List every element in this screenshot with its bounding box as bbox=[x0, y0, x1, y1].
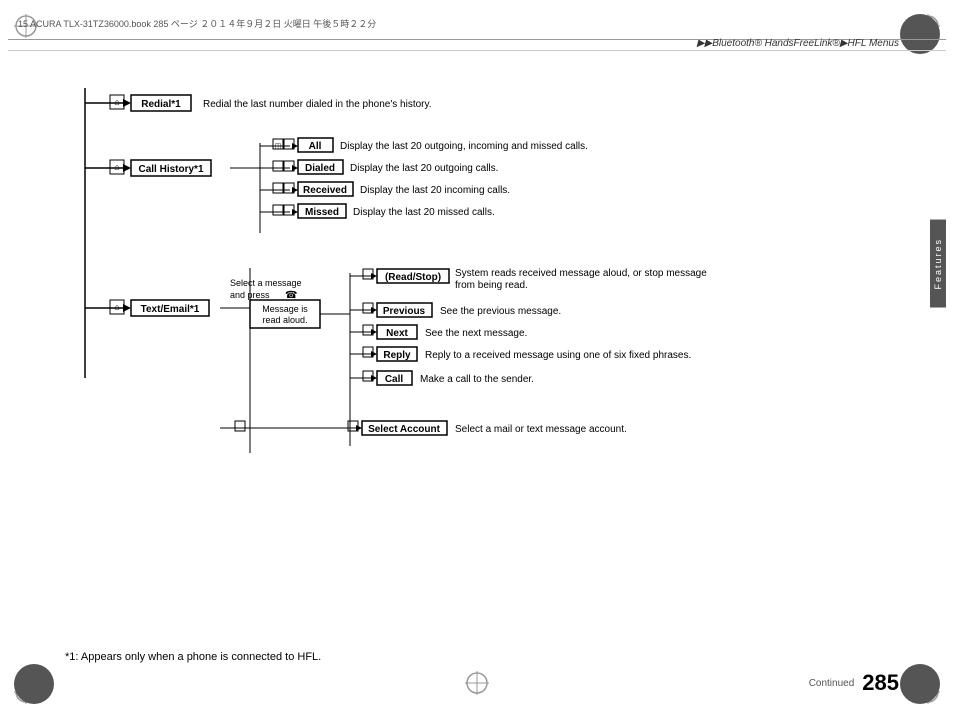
svg-text:Redial*1: Redial*1 bbox=[141, 99, 181, 110]
svg-text:Call: Call bbox=[385, 374, 404, 385]
svg-text:Redial the last number dialed: Redial the last number dialed in the pho… bbox=[203, 99, 432, 110]
svg-text:All: All bbox=[309, 141, 322, 152]
header-divider bbox=[8, 50, 946, 51]
svg-text:Display the last 20 outgoing,: Display the last 20 outgoing, incoming a… bbox=[340, 141, 588, 152]
breadcrumb-text: ▶▶Bluetooth® HandsFreeLink®▶HFL Menus bbox=[697, 38, 899, 49]
svg-text:Reply: Reply bbox=[383, 350, 411, 361]
top-strip-text: 15 ACURA TLX-31TZ36000.book 285 ページ ２０１４… bbox=[18, 17, 936, 30]
svg-text:Dialed: Dialed bbox=[305, 163, 335, 174]
top-strip: 15 ACURA TLX-31TZ36000.book 285 ページ ２０１４… bbox=[8, 8, 946, 40]
circle-decoration-br bbox=[900, 664, 940, 704]
svg-text:See the previous message.: See the previous message. bbox=[440, 306, 561, 317]
svg-text:⌂: ⌂ bbox=[114, 162, 119, 172]
svg-text:(Read/Stop): (Read/Stop) bbox=[385, 272, 441, 283]
continued-label: Continued bbox=[809, 678, 855, 689]
svg-text:Text/Email*1: Text/Email*1 bbox=[141, 304, 200, 315]
svg-text:Select Account: Select Account bbox=[368, 424, 441, 435]
svg-text:⌂: ⌂ bbox=[114, 302, 119, 312]
breadcrumb: ▶▶Bluetooth® HandsFreeLink®▶HFL Menus bbox=[697, 38, 899, 49]
svg-text:Display the last 20 missed cal: Display the last 20 missed calls. bbox=[353, 207, 495, 218]
svg-text:Select a mail or text message: Select a mail or text message account. bbox=[455, 424, 627, 435]
svg-text:Make a call to the sender.: Make a call to the sender. bbox=[420, 374, 534, 385]
footer-note: *1: Appears only when a phone is connect… bbox=[65, 651, 321, 663]
svg-text:Missed: Missed bbox=[305, 207, 339, 218]
svg-text:Call History*1: Call History*1 bbox=[138, 164, 203, 175]
side-tab-features: Features bbox=[930, 220, 946, 308]
circle-decoration-bl bbox=[14, 664, 54, 704]
svg-text:Reply to a received message us: Reply to a received message using one of… bbox=[425, 350, 691, 361]
svg-text:Received: Received bbox=[303, 185, 347, 196]
svg-text:See the next message.: See the next message. bbox=[425, 328, 527, 339]
svg-text:Message is: Message is bbox=[262, 304, 308, 314]
svg-text:Select a message: Select a message bbox=[230, 278, 302, 288]
page-number-area: Continued 285 bbox=[809, 670, 899, 696]
bottom-center-crosshair bbox=[463, 669, 491, 700]
diagram-svg: ⌂ Redial*1 Redial the last number dialed… bbox=[55, 68, 885, 498]
svg-text:Display the last 20 incoming c: Display the last 20 incoming calls. bbox=[360, 185, 510, 196]
svg-text:⌂: ⌂ bbox=[114, 97, 119, 107]
svg-text:Next: Next bbox=[386, 328, 408, 339]
svg-text:◫: ◫ bbox=[275, 143, 282, 150]
svg-text:System reads received message: System reads received message aloud, or … bbox=[455, 268, 707, 279]
svg-text:read aloud.: read aloud. bbox=[262, 315, 307, 325]
page-number: 285 bbox=[862, 670, 899, 696]
svg-text:from being read.: from being read. bbox=[455, 280, 528, 291]
svg-text:Display the last 20 outgoing c: Display the last 20 outgoing calls. bbox=[350, 163, 498, 174]
svg-text:Previous: Previous bbox=[383, 306, 426, 317]
